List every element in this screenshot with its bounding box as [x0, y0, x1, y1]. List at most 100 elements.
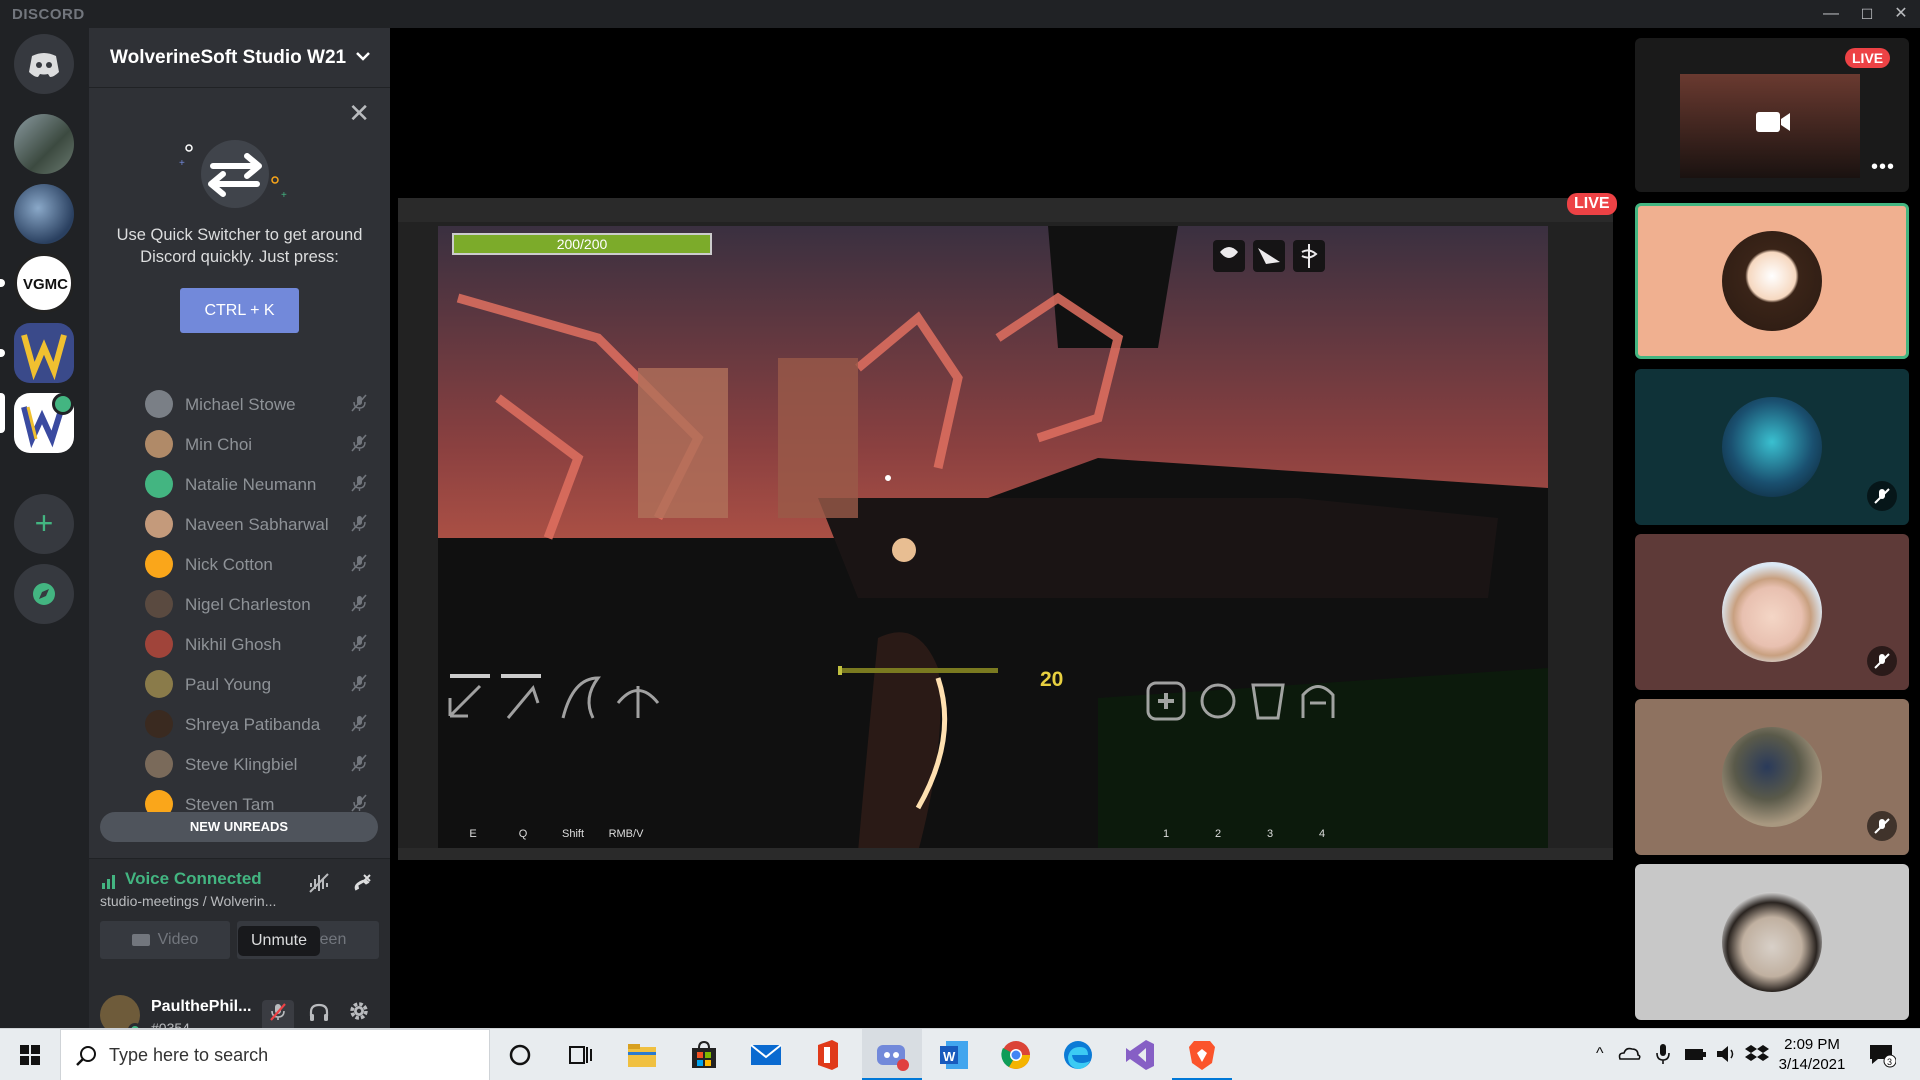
voice-member[interactable]: Natalie Neumann: [89, 464, 390, 504]
file-explorer-icon[interactable]: [624, 1037, 660, 1073]
discord-taskbar-icon[interactable]: [874, 1037, 910, 1073]
voice-member[interactable]: Naveen Sabharwal: [89, 504, 390, 544]
show-hidden-icons-button[interactable]: ^: [1596, 1045, 1604, 1063]
item-slot-label: 1: [1162, 828, 1170, 840]
server-icon-1[interactable]: [14, 114, 74, 174]
noise-suppression-icon[interactable]: [307, 871, 331, 895]
cortana-icon[interactable]: [502, 1037, 538, 1073]
brave-icon[interactable]: [1184, 1037, 1220, 1073]
member-name: Naveen Sabharwal: [185, 515, 329, 534]
voice-member[interactable]: Steve Klingbiel: [89, 744, 390, 784]
voice-member[interactable]: Min Choi: [89, 424, 390, 464]
muted-microphone-icon: [351, 594, 367, 612]
mail-icon[interactable]: [748, 1037, 784, 1073]
microsoft-store-icon[interactable]: [686, 1037, 722, 1073]
vgmc-logo: VGMC: [23, 276, 68, 293]
add-server-button[interactable]: +: [14, 494, 74, 554]
muted-microphone-icon: [351, 474, 367, 492]
close-icon[interactable]: ✕: [348, 98, 370, 129]
screen-share-stream[interactable]: 200/200 20 E Q Shift RMB/V 1 2 3 4: [398, 198, 1613, 860]
close-window-button[interactable]: ✕: [1882, 0, 1920, 28]
task-view-icon[interactable]: [562, 1037, 598, 1073]
chrome-icon[interactable]: [998, 1037, 1034, 1073]
word-icon[interactable]: W: [936, 1037, 972, 1073]
new-unreads-button[interactable]: NEW UNREADS: [100, 812, 378, 842]
participant-tile-speaking[interactable]: [1635, 203, 1909, 359]
muted-microphone-icon: [351, 674, 367, 692]
discord-logo-icon: [29, 53, 59, 77]
ability-key-label: RMB/V: [608, 828, 644, 840]
health-readout: 200/200: [556, 236, 608, 252]
server-icon-2[interactable]: [14, 184, 74, 244]
muted-microphone-icon: [351, 514, 367, 532]
voice-member[interactable]: Michael Stowe: [89, 384, 390, 424]
voice-member[interactable]: Nikhil Ghosh: [89, 624, 390, 664]
member-name: Steve Klingbiel: [185, 755, 298, 774]
action-center-icon[interactable]: 3: [1866, 1039, 1896, 1069]
voice-member-list: Michael Stowe Min Choi Natalie Neumann Nave…: [89, 384, 390, 840]
windows-taskbar: Type here to search W ^ 2:09 PM 3/14/202…: [0, 1028, 1920, 1080]
headphones-icon: [309, 1003, 329, 1021]
member-name: Paul Young: [185, 675, 272, 694]
title-bar: DISCORD — ☐ ✕: [0, 0, 1920, 28]
quick-switcher-arrows-icon: + +: [179, 140, 287, 208]
signal-icon[interactable]: [101, 873, 119, 889]
unread-indicator: [0, 349, 5, 357]
video-button[interactable]: Video: [100, 921, 230, 959]
ability-key-label: Q: [518, 828, 528, 840]
voice-member[interactable]: Nick Cotton: [89, 544, 390, 584]
item-slot-label: 2: [1214, 828, 1222, 840]
minimize-button[interactable]: —: [1812, 0, 1850, 28]
muted-microphone-icon: [351, 434, 367, 452]
taskbar-clock[interactable]: 2:09 PM 3/14/2021: [1758, 1035, 1866, 1075]
maximize-button[interactable]: ☐: [1848, 0, 1886, 28]
voice-member[interactable]: Paul Young: [89, 664, 390, 704]
battery-icon[interactable]: [1682, 1041, 1708, 1067]
taskbar-search-box[interactable]: Type here to search: [60, 1029, 490, 1080]
ctrl-k-button[interactable]: CTRL + K: [180, 288, 299, 333]
participant-tile[interactable]: [1635, 369, 1909, 525]
server-rail: VGMC +: [0, 28, 89, 1028]
home-button[interactable]: [14, 34, 74, 94]
voice-channel-name[interactable]: studio-meetings / Wolverin...: [100, 893, 276, 909]
voice-member[interactable]: Nigel Charleston: [89, 584, 390, 624]
participant-avatar: [1722, 562, 1822, 662]
unmute-tooltip: Unmute: [238, 926, 321, 956]
office-icon[interactable]: [810, 1037, 846, 1073]
search-placeholder: Type here to search: [109, 1045, 269, 1065]
server-name: WolverineSoft Studio W21: [110, 47, 347, 68]
stream-preview-tile[interactable]: LIVE •••: [1635, 38, 1909, 192]
chevron-down-icon: [356, 48, 370, 66]
username[interactable]: PaulthePhil...: [151, 998, 251, 1016]
participant-tile[interactable]: [1635, 864, 1909, 1020]
muted-microphone-icon: [351, 554, 367, 572]
muted-microphone-icon: [351, 394, 367, 412]
member-avatar: [145, 390, 173, 418]
participant-avatar: [1722, 727, 1822, 827]
member-name: Natalie Neumann: [185, 475, 317, 494]
participant-tile[interactable]: [1635, 699, 1909, 855]
selected-indicator: [0, 393, 5, 433]
clock-time: 2:09 PM: [1784, 1036, 1840, 1053]
member-name: Michael Stowe: [185, 395, 296, 414]
member-avatar: [145, 590, 173, 618]
more-options-icon[interactable]: •••: [1871, 156, 1895, 179]
start-button[interactable]: [0, 1029, 60, 1080]
onedrive-icon[interactable]: [1616, 1041, 1642, 1067]
server-icon-vgmc[interactable]: VGMC: [14, 253, 74, 313]
server-icon-ws[interactable]: [14, 323, 74, 383]
explore-servers-button[interactable]: [14, 564, 74, 624]
visual-studio-icon[interactable]: [1122, 1037, 1158, 1073]
participant-tile[interactable]: [1635, 534, 1909, 690]
svg-text:+: +: [179, 158, 185, 169]
ws-logo-icon: [21, 334, 67, 381]
volume-icon[interactable]: [1714, 1041, 1740, 1067]
video-label: Video: [157, 931, 199, 948]
disconnect-icon[interactable]: [349, 871, 373, 895]
voice-member[interactable]: Shreya Patibanda: [89, 704, 390, 744]
member-name: Shreya Patibanda: [185, 715, 321, 734]
microphone-tray-icon[interactable]: [1650, 1041, 1676, 1067]
edge-icon[interactable]: [1060, 1037, 1096, 1073]
server-header[interactable]: WolverineSoft Studio W21: [89, 28, 390, 88]
tile-live-badge: LIVE: [1845, 48, 1891, 68]
